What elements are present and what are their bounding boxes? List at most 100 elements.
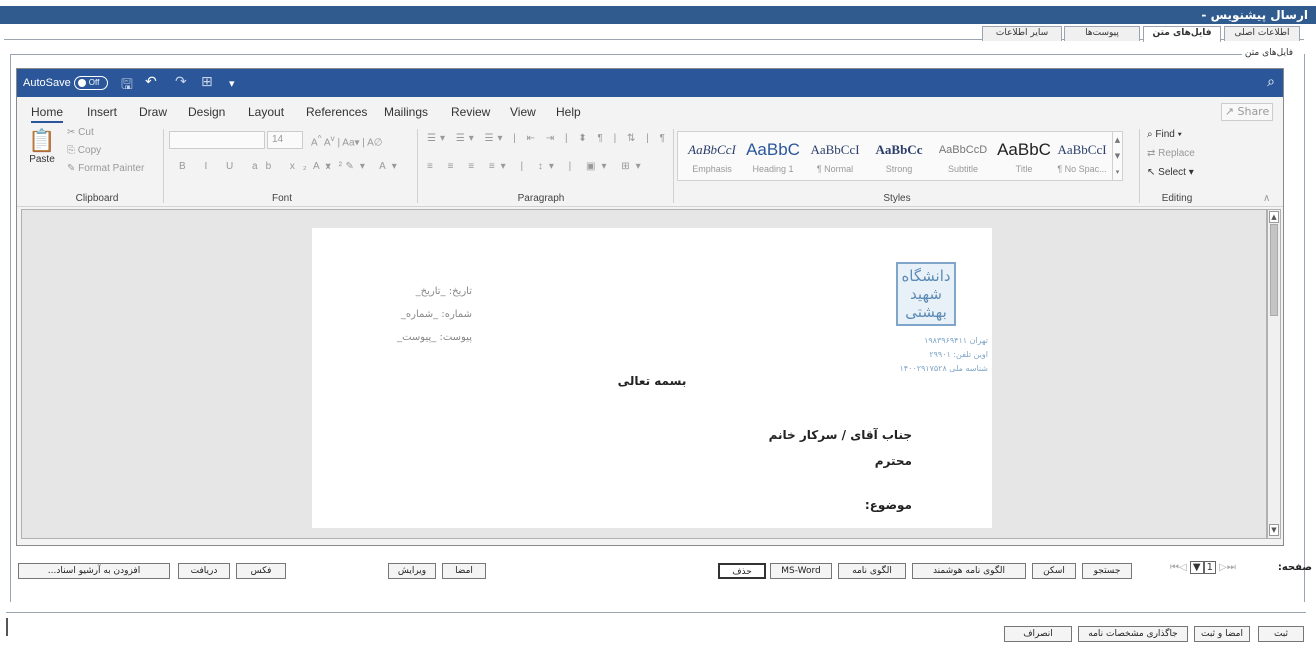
pager: ⏮◁ ▼ 1 ▷⏭ — [1170, 561, 1236, 574]
window-title: ارسال پیشنویس - — [1201, 8, 1308, 22]
document-page[interactable]: تاریخ: _تاریخ_ شماره: _شماره_ پیوست: _پی… — [312, 228, 992, 528]
salutation-line: جناب آقای / سرکار خانم — [768, 428, 912, 442]
first-page-icon[interactable]: ⏮ — [1170, 562, 1179, 573]
vertical-scrollbar[interactable]: ▲ ▼ — [1267, 209, 1281, 539]
menu-design[interactable]: Design — [188, 105, 225, 119]
menu-references[interactable]: References — [306, 105, 367, 119]
letter-meta: تاریخ: _تاریخ_ شماره: _شماره_ پیوست: _پی… — [372, 280, 472, 349]
search-button[interactable]: جستجو — [1082, 563, 1132, 579]
next-page-icon[interactable]: ▷ — [1219, 562, 1227, 573]
style-strong[interactable]: AaBbCc Strong — [868, 136, 930, 182]
font-grow-icon[interactable]: A^ Av | Aa▾ | A∅ — [311, 133, 383, 148]
ms-word-button[interactable]: MS-Word — [770, 563, 832, 579]
editing-group-label: Editing — [1161, 193, 1193, 204]
clipboard-icon: 📋 — [28, 129, 56, 154]
autosave-control[interactable]: AutoSave Off — [23, 76, 108, 90]
style-heading-1[interactable]: AaBbC Heading 1 — [744, 136, 802, 182]
styles-gallery[interactable]: AaBbCcI Emphasis AaBbC Heading 1 AaBbCcI ¶ … — [677, 131, 1123, 181]
autosave-toggle[interactable]: Off — [73, 76, 108, 90]
logo-text: دانشگاه شهید بهشتی — [901, 267, 951, 321]
word-embedded-window[interactable]: AutoSave Off 🖫 ↶ ↷ ⊞ ▾ ⌕ Home Insert Dra… — [16, 68, 1284, 546]
font-color-icons[interactable]: A▾ ✎▾ A▾ — [313, 161, 403, 172]
menu-view[interactable]: View — [510, 105, 536, 119]
smart-template-button[interactable]: الگوی نامه هوشمند — [912, 563, 1026, 579]
menu-mailings[interactable]: Mailings — [384, 105, 428, 119]
brush-icon: ✎ — [67, 163, 76, 174]
address-line: اوین تلفن: ۲۹۹۰۱ — [929, 350, 988, 359]
footer-left-marker — [6, 618, 8, 636]
edit-button[interactable]: ویرایش — [388, 563, 436, 579]
submit-button[interactable]: ثبت — [1258, 626, 1304, 642]
menu-layout[interactable]: Layout — [248, 105, 284, 119]
last-page-icon[interactable]: ⏭ — [1227, 562, 1236, 573]
prev-page-icon[interactable]: ◁ — [1179, 562, 1187, 573]
cancel-button[interactable]: انصراف — [1004, 626, 1072, 642]
date-field: تاریخ: _تاریخ_ — [415, 286, 472, 297]
menu-help[interactable]: Help — [556, 105, 581, 119]
tab-other-info[interactable]: سایر اطلاعات — [982, 26, 1062, 41]
style-subtitle[interactable]: AaBbCcD Subtitle — [932, 136, 994, 182]
sign-button[interactable]: امضا — [442, 563, 486, 579]
tab-text-files[interactable]: فایل‌های متن — [1143, 26, 1221, 42]
collapse-ribbon-icon[interactable]: ∧ — [1263, 193, 1270, 204]
cut-button[interactable]: ✂ Cut — [67, 127, 94, 138]
customize-qat-icon[interactable]: ▾ — [229, 77, 235, 90]
undo-icon[interactable]: ↶ — [145, 74, 157, 90]
separator — [1139, 129, 1140, 203]
menu-insert[interactable]: Insert — [87, 105, 117, 119]
align-icons[interactable]: ≡ ≡ ≡ ≡▾ | ↕▾ | ▣▾ ⊞▾ — [427, 161, 647, 172]
share-button[interactable]: ↗ Share — [1221, 103, 1273, 121]
find-button[interactable]: ⌕ Find ▾ — [1147, 129, 1182, 140]
scan-button[interactable]: اسکن — [1032, 563, 1076, 579]
paste-button[interactable]: 📋 Paste — [27, 129, 57, 179]
styles-scroll[interactable]: ▲ ▼ ▾ — [1112, 132, 1122, 180]
number-field: شماره: _شماره_ — [400, 309, 472, 320]
tab-main-info[interactable]: اطلاعات اصلی — [1224, 26, 1300, 41]
find-label: Find — [1155, 129, 1175, 140]
style-emphasis[interactable]: AaBbCcI Emphasis — [682, 136, 742, 182]
delete-button[interactable]: حذف — [718, 563, 766, 579]
font-size-combo[interactable]: 14 — [267, 131, 303, 149]
ribbon: 📋 Paste ✂ Cut ⎘ Copy ✎ Format Painter Cl… — [17, 123, 1283, 207]
tab-attachments[interactable]: پیوست‌ها — [1064, 26, 1140, 41]
paragraph-group-label: Paragraph — [517, 193, 565, 204]
select-button[interactable]: ↖ Select ▾ — [1147, 167, 1194, 178]
search-icon[interactable]: ⌕ — [1267, 74, 1275, 90]
replace-button[interactable]: ⇄ Replace — [1147, 148, 1195, 159]
font-group-label: Font — [271, 193, 292, 204]
save-icon[interactable]: 🖫 — [121, 74, 133, 98]
redo-icon[interactable]: ↷ — [175, 74, 187, 90]
document-canvas[interactable]: تاریخ: _تاریخ_ شماره: _شماره_ پیوست: _پی… — [21, 209, 1267, 539]
scroll-down-icon[interactable]: ▼ — [1269, 524, 1279, 536]
font-name-combo[interactable] — [169, 131, 265, 149]
menu-home[interactable]: Home — [31, 105, 64, 123]
fax-button[interactable]: فکس — [236, 563, 286, 579]
copy-button[interactable]: ⎘ Copy — [67, 145, 101, 156]
style-normal[interactable]: AaBbCcI ¶ Normal — [804, 136, 866, 182]
letter-template-button[interactable]: الگوی نامه — [838, 563, 906, 579]
place-letter-details-button[interactable]: جاگذاری مشخصات نامه — [1078, 626, 1188, 642]
page-label: صفحه: — [1277, 562, 1312, 573]
menu-draw[interactable]: Draw — [139, 105, 167, 119]
scroll-up-icon[interactable]: ▲ — [1269, 211, 1279, 223]
separator — [673, 129, 674, 203]
touch-mode-icon[interactable]: ⊞ — [201, 74, 213, 90]
list-icons[interactable]: ☰▾ ☰▾ ☰▾ | ⇤ ⇥ | ⬍ ¶ | ⇅ | ¶ — [427, 133, 669, 144]
menu-review[interactable]: Review — [451, 105, 490, 119]
word-title-bar: AutoSave Off 🖫 ↶ ↷ ⊞ ▾ ⌕ — [17, 69, 1283, 98]
sign-and-submit-button[interactable]: امضا و ثبت — [1194, 626, 1250, 642]
receive-button[interactable]: دریافت — [178, 563, 230, 579]
cut-label: Cut — [78, 127, 94, 138]
add-to-archive-button[interactable]: افزودن به آرشیو اسناد... — [18, 563, 170, 579]
replace-icon: ⇄ — [1147, 148, 1156, 159]
scroll-thumb[interactable] — [1270, 224, 1278, 316]
style-title[interactable]: AaBbC Title — [996, 136, 1052, 182]
page-select[interactable]: ▼ — [1189, 561, 1204, 574]
copy-label: Copy — [77, 145, 102, 156]
page-number[interactable]: 1 — [1203, 561, 1216, 574]
format-painter-button[interactable]: ✎ Format Painter — [67, 163, 144, 174]
copy-icon: ⎘ — [67, 145, 75, 156]
style-no-spacing[interactable]: AaBbCcI ¶ No Spac... — [1052, 136, 1112, 182]
letterhead-address: تهران ۱۹۸۳۹۶۹۴۱۱ اوین تلفن: ۲۹۹۰۱ شناسه … — [860, 334, 989, 376]
footer-divider — [6, 612, 1306, 613]
